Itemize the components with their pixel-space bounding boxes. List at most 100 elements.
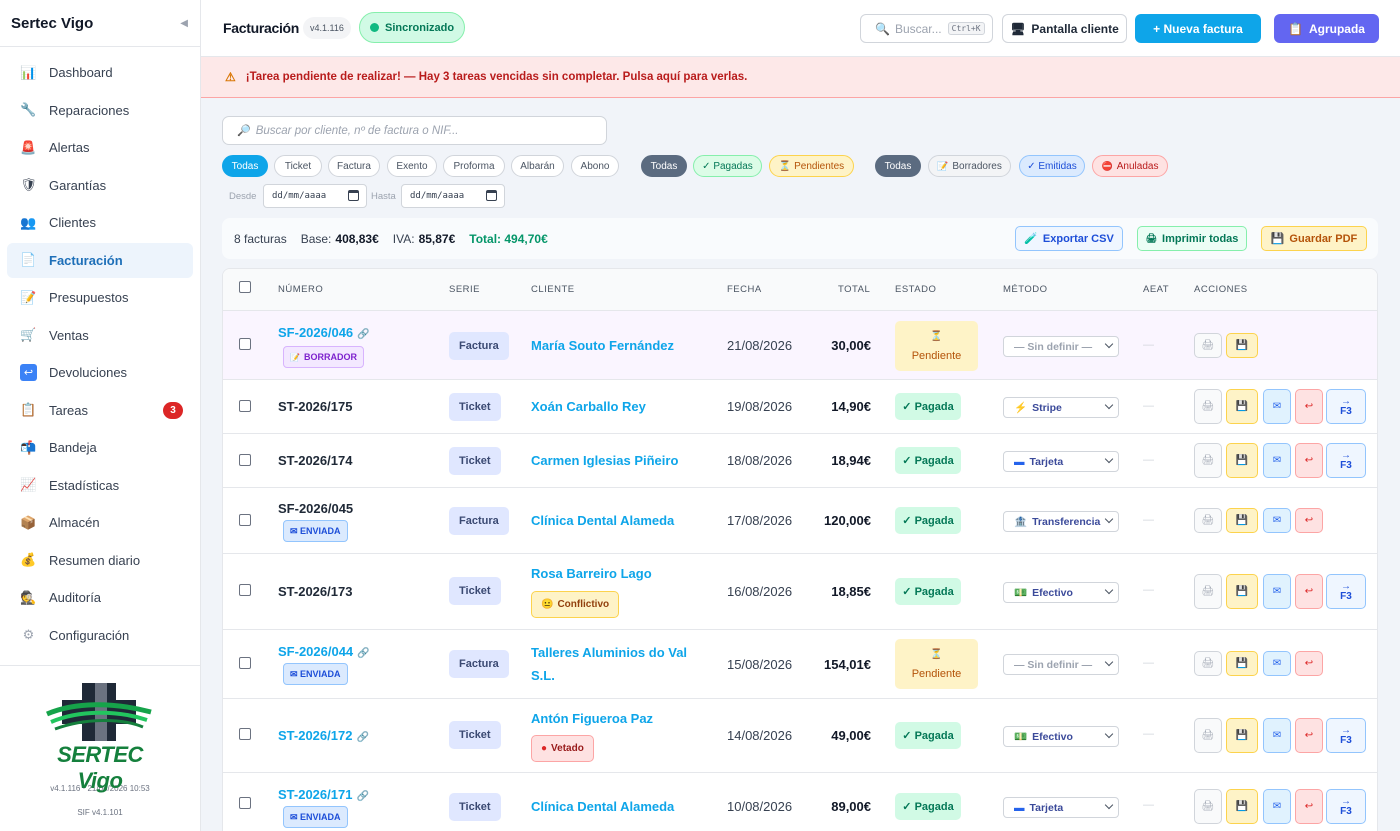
print-action-button[interactable]: 🖨: [1194, 574, 1222, 609]
f3-action-button[interactable]: → F3: [1326, 574, 1366, 609]
save-action-button[interactable]: 💾: [1226, 389, 1258, 424]
status-chip-borradores[interactable]: 📝 Borradores: [928, 155, 1011, 177]
select-all-checkbox[interactable]: [239, 281, 251, 293]
row-checkbox[interactable]: [239, 657, 251, 669]
table-row[interactable]: ST-2026/174 Ticket Carmen Iglesias Piñei…: [223, 434, 1377, 488]
refund-action-button[interactable]: ↩: [1295, 508, 1323, 533]
save-action-button[interactable]: 💾: [1226, 789, 1258, 824]
email-action-button[interactable]: ✉: [1263, 508, 1291, 533]
invoice-number[interactable]: SF-2026/045: [278, 501, 353, 516]
overdue-tasks-alert[interactable]: ⚠ ¡Tarea pendiente de realizar! — Hay 3 t…: [201, 57, 1400, 98]
invoice-number[interactable]: ST-2026/172 🔗: [278, 728, 369, 743]
calendar-icon[interactable]: [486, 190, 497, 201]
payment-chip-pagadas[interactable]: ✓ Pagadas: [693, 155, 762, 177]
print-action-button[interactable]: 🖨: [1194, 651, 1222, 676]
client-name[interactable]: Clínica Dental Alameda: [531, 509, 706, 532]
payment-chip-todas[interactable]: Todas: [641, 155, 687, 177]
table-row[interactable]: SF-2026/045 ✉ ENVIADA Factura Clínica De…: [223, 488, 1377, 554]
table-row[interactable]: ST-2026/175 Ticket Xoán Carballo Rey 19/…: [223, 380, 1377, 434]
sidebar-item-almacen[interactable]: 📦 Almacén: [7, 505, 193, 540]
sidebar-item-configuracion[interactable]: ⚙ Configuración: [7, 618, 193, 653]
refund-action-button[interactable]: ↩: [1295, 789, 1323, 824]
refund-action-button[interactable]: ↩: [1295, 651, 1323, 676]
row-checkbox[interactable]: [239, 454, 251, 466]
sidebar-item-estadisticas[interactable]: 📈 Estadísticas: [7, 468, 193, 503]
save-action-button[interactable]: 💾: [1226, 508, 1258, 533]
payment-method-select[interactable]: ⚡ Stripe: [1003, 397, 1119, 418]
calendar-icon[interactable]: [348, 190, 359, 201]
f3-action-button[interactable]: → F3: [1326, 789, 1366, 824]
row-checkbox[interactable]: [239, 400, 251, 412]
payment-method-select[interactable]: 💵 Efectivo: [1003, 582, 1119, 603]
table-row[interactable]: ST-2026/173 Ticket Rosa Barreiro Lago 😐 C…: [223, 554, 1377, 630]
sidebar-item-garantias[interactable]: 🛡 Garantías: [7, 168, 193, 203]
client-name[interactable]: Xoán Carballo Rey: [531, 395, 706, 418]
status-chip-todas[interactable]: Todas: [875, 155, 921, 177]
print-action-button[interactable]: 🖨: [1194, 508, 1222, 533]
sidebar-item-resumen-diario[interactable]: 💰 Resumen diario: [7, 543, 193, 578]
type-chip-abono[interactable]: Abono: [571, 155, 619, 177]
print-action-button[interactable]: 🖨: [1194, 718, 1222, 753]
type-chip-exento[interactable]: Exento: [387, 155, 437, 177]
type-chip-ticket[interactable]: Ticket: [274, 155, 322, 177]
col-numero[interactable]: NÚMERO: [278, 284, 323, 295]
sidebar-item-ventas[interactable]: 🛒 Ventas: [7, 318, 193, 353]
payment-method-select[interactable]: 🏦 Transferencia: [1003, 511, 1119, 532]
save-action-button[interactable]: 💾: [1226, 333, 1258, 358]
grouped-invoice-button[interactable]: 📋 Agrupada: [1274, 14, 1379, 43]
client-name[interactable]: María Souto Fernández: [531, 334, 706, 357]
refund-action-button[interactable]: ↩: [1295, 574, 1323, 609]
f3-action-button[interactable]: → F3: [1326, 718, 1366, 753]
f3-action-button[interactable]: → F3: [1326, 389, 1366, 424]
table-row[interactable]: SF-2026/044 🔗 ✉ ENVIADA Factura Talleres …: [223, 630, 1377, 699]
col-total[interactable]: TOTAL: [838, 284, 870, 295]
type-chip-todas[interactable]: Todas: [222, 155, 268, 177]
row-checkbox[interactable]: [239, 338, 251, 350]
table-row[interactable]: SF-2026/046 🔗 📝 BORRADOR Factura María Sou…: [223, 311, 1377, 380]
invoice-number[interactable]: ST-2026/174: [278, 453, 352, 468]
sidebar-item-auditoria[interactable]: 🕵 Auditoría: [7, 580, 193, 615]
date-to-input[interactable]: dd/mm/aaaa: [401, 184, 505, 208]
client-name[interactable]: Rosa Barreiro Lago: [531, 562, 706, 585]
email-action-button[interactable]: ✉: [1263, 389, 1291, 424]
global-search-button[interactable]: 🔍 Buscar... Ctrl+K: [860, 14, 993, 43]
refund-action-button[interactable]: ↩: [1295, 718, 1323, 753]
collapse-sidebar-icon[interactable]: ◀: [180, 18, 188, 29]
sidebar-item-clientes[interactable]: 👥 Clientes: [7, 205, 193, 240]
email-action-button[interactable]: ✉: [1263, 574, 1291, 609]
client-name[interactable]: Talleres Aluminios do Val S.L.: [531, 641, 706, 687]
save-action-button[interactable]: 💾: [1226, 718, 1258, 753]
print-all-button[interactable]: 🖨 Imprimir todas: [1137, 226, 1247, 251]
sidebar-item-alertas[interactable]: 🚨 Alertas: [7, 130, 193, 165]
print-action-button[interactable]: 🖨: [1194, 789, 1222, 824]
row-checkbox[interactable]: [239, 514, 251, 526]
save-action-button[interactable]: 💾: [1226, 443, 1258, 478]
invoice-number[interactable]: ST-2026/173: [278, 584, 352, 599]
invoice-search-input[interactable]: 🔎 Buscar por cliente, nº de factura o NIF…: [222, 116, 607, 145]
export-csv-button[interactable]: 🧪 Exportar CSV: [1015, 226, 1123, 251]
refund-action-button[interactable]: ↩: [1295, 443, 1323, 478]
sidebar-item-devoluciones[interactable]: ↩ Devoluciones: [7, 355, 193, 390]
col-cliente[interactable]: CLIENTE: [531, 284, 575, 295]
sidebar-item-presupuestos[interactable]: 📝 Presupuestos: [7, 280, 193, 315]
email-action-button[interactable]: ✉: [1263, 443, 1291, 478]
customer-screen-button[interactable]: 🖥 Pantalla cliente: [1002, 14, 1127, 43]
invoice-number[interactable]: ST-2026/171 🔗: [278, 787, 369, 802]
invoice-number[interactable]: SF-2026/044 🔗: [278, 644, 370, 659]
row-checkbox[interactable]: [239, 728, 251, 740]
type-chip-proforma[interactable]: Proforma: [443, 155, 505, 177]
email-action-button[interactable]: ✉: [1263, 789, 1291, 824]
save-action-button[interactable]: 💾: [1226, 651, 1258, 676]
type-chip-albaran[interactable]: Albarán: [511, 155, 564, 177]
sidebar-item-bandeja[interactable]: 📬 Bandeja: [7, 430, 193, 465]
payment-method-select[interactable]: — Sin definir —: [1003, 654, 1119, 675]
client-name[interactable]: Clínica Dental Alameda: [531, 795, 706, 818]
f3-action-button[interactable]: → F3: [1326, 443, 1366, 478]
payment-chip-pendientes[interactable]: ⏳ Pendientes: [769, 155, 854, 177]
email-action-button[interactable]: ✉: [1263, 651, 1291, 676]
type-chip-factura[interactable]: Factura: [328, 155, 380, 177]
save-action-button[interactable]: 💾: [1226, 574, 1258, 609]
invoice-number[interactable]: SF-2026/046 🔗: [278, 325, 370, 340]
col-serie[interactable]: SERIE: [449, 284, 480, 295]
row-checkbox[interactable]: [239, 584, 251, 596]
